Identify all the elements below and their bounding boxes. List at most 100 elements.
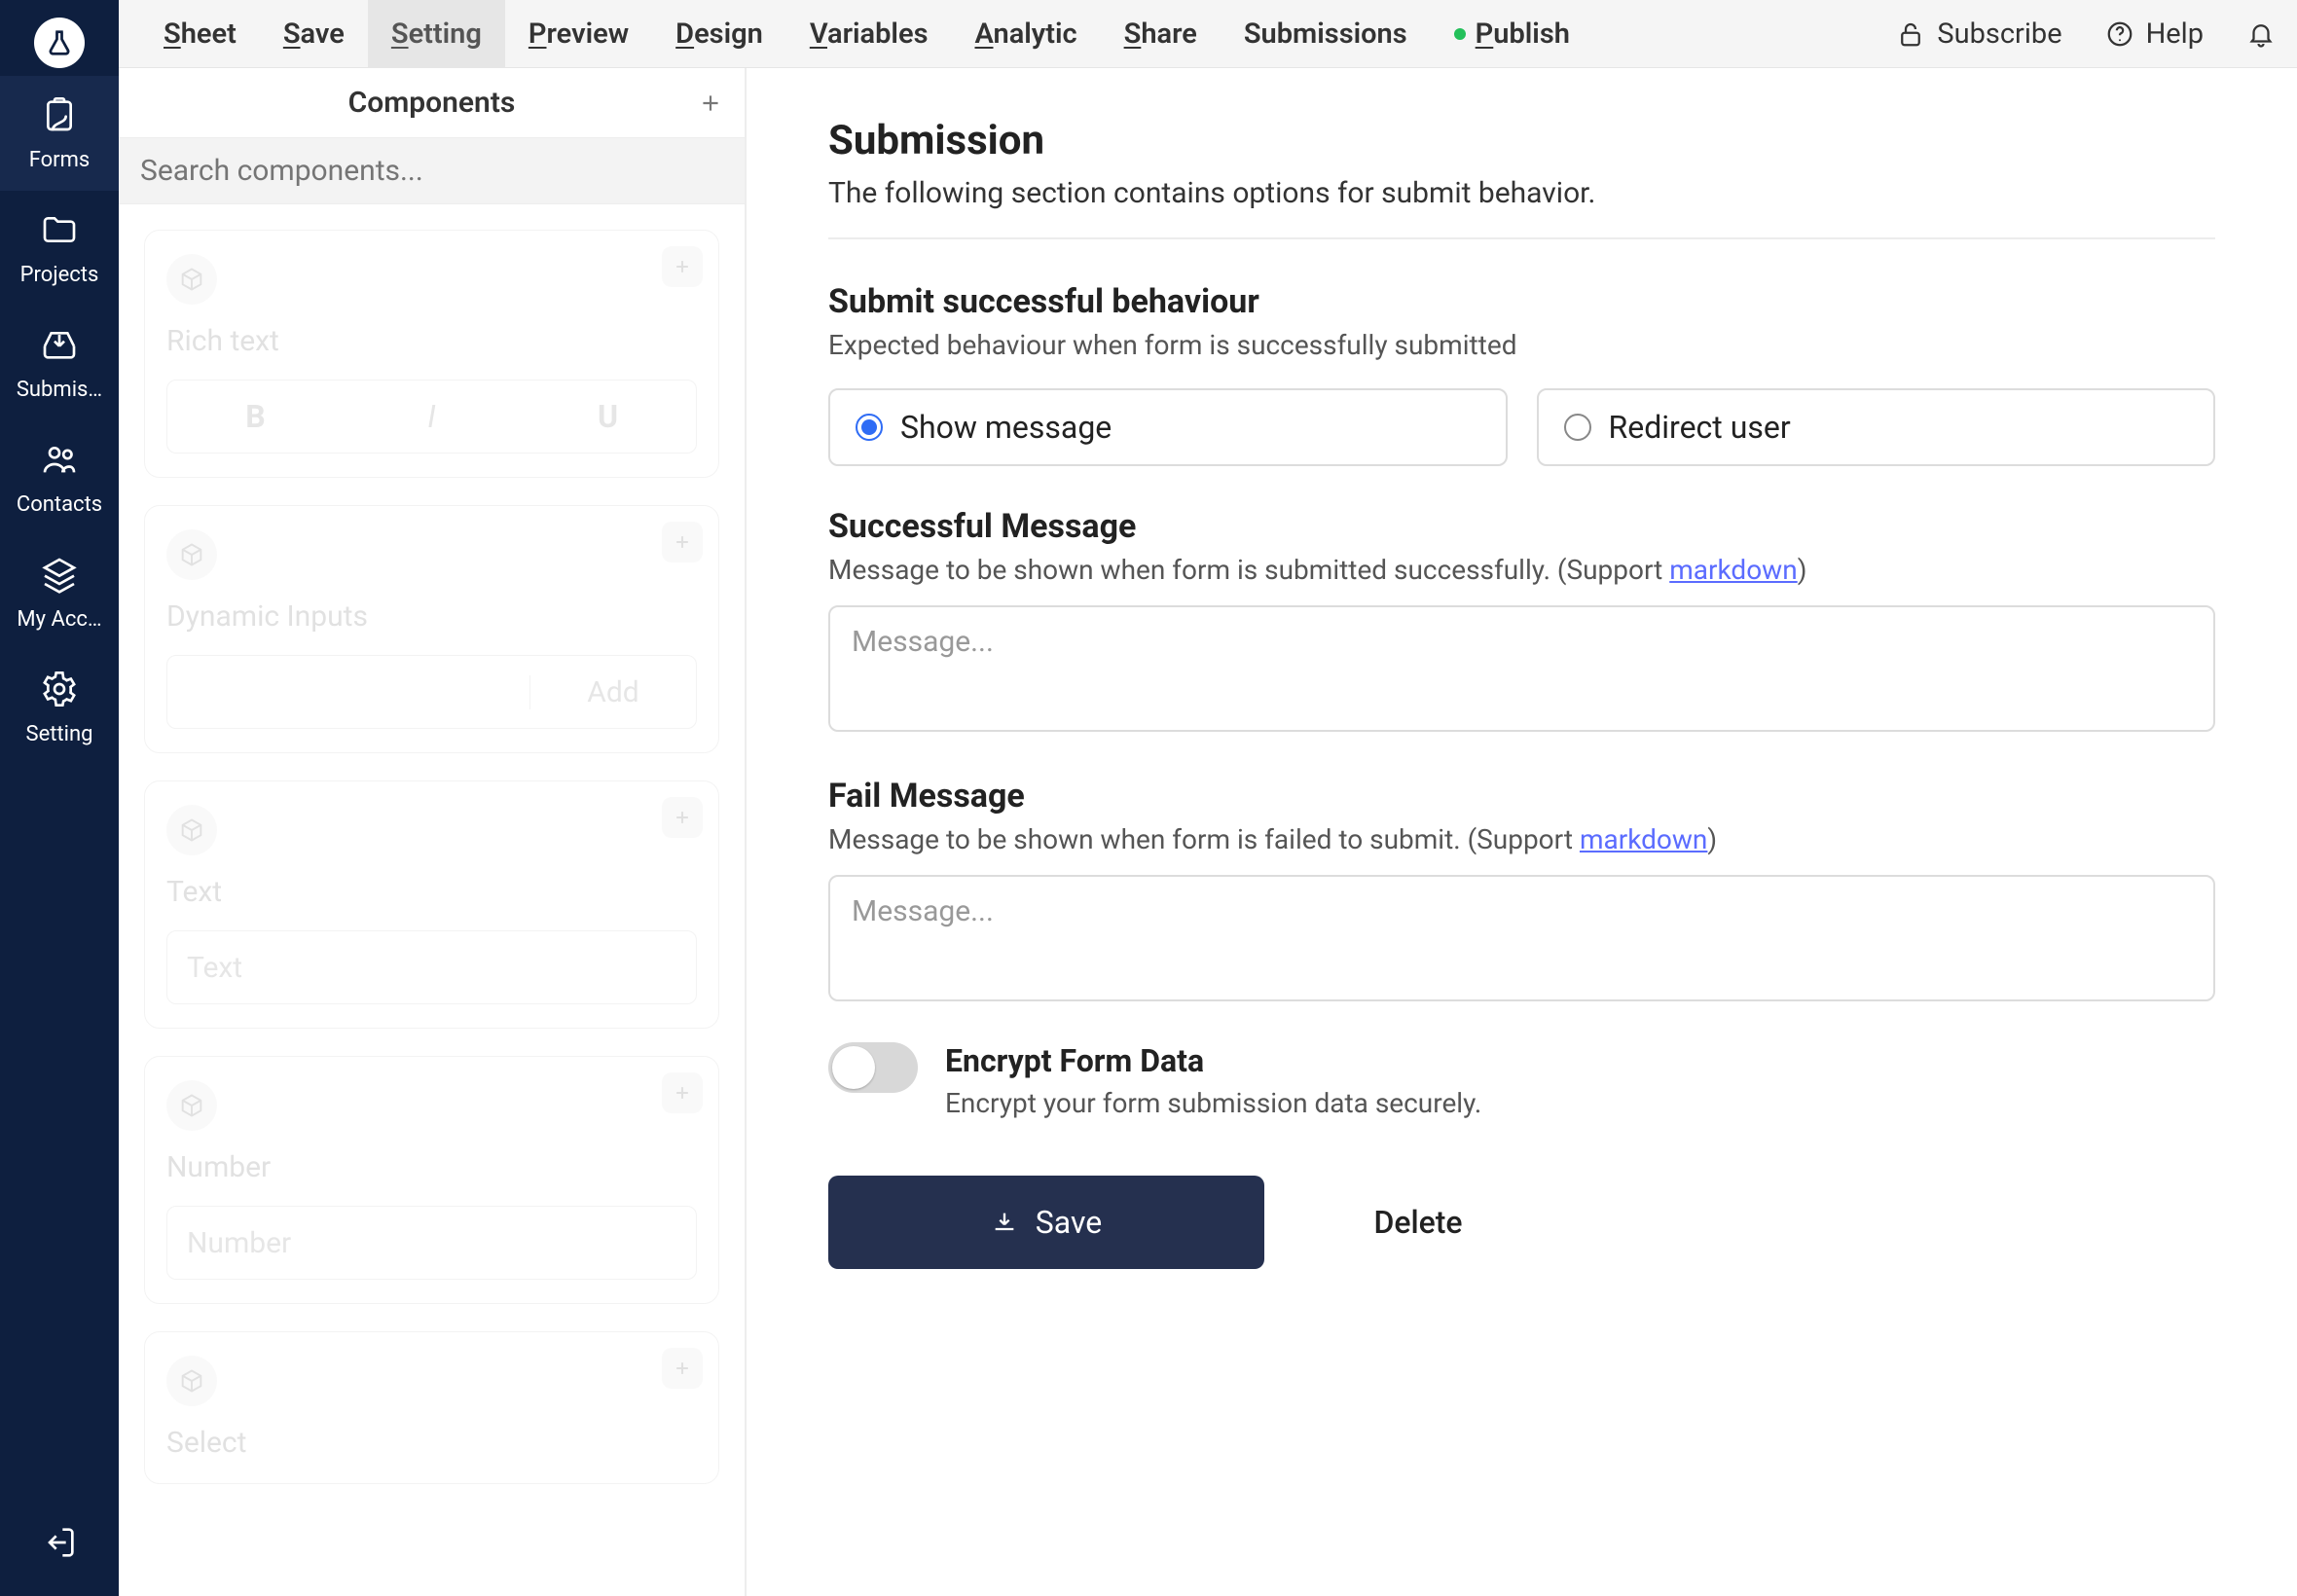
cube-icon xyxy=(166,805,217,855)
top-toolbar: Sheet Save Setting Preview Design Variab… xyxy=(119,0,2297,68)
tab-variables[interactable]: Variables xyxy=(786,0,952,68)
top-tabs: Sheet Save Setting Preview Design Variab… xyxy=(140,0,1593,68)
component-name: Dynamic Inputs xyxy=(166,599,697,634)
component-add-button[interactable] xyxy=(662,1072,703,1113)
components-search xyxy=(119,138,745,204)
logout-icon xyxy=(40,1523,79,1562)
component-card-dynamic-inputs[interactable]: Dynamic Inputs Add xyxy=(144,505,719,753)
cube-icon xyxy=(166,529,217,580)
nav-label: Projects xyxy=(20,263,99,287)
flask-icon xyxy=(45,28,74,57)
radio-show-message[interactable]: Show message xyxy=(828,388,1508,466)
users-icon xyxy=(40,440,79,479)
component-card-number[interactable]: Number Number xyxy=(144,1056,719,1304)
behaviour-title: Submit successful behaviour xyxy=(828,282,2215,321)
component-card-text[interactable]: Text Text xyxy=(144,780,719,1029)
clipboard-icon xyxy=(40,95,79,134)
component-card-rich-text[interactable]: Rich text BIU xyxy=(144,230,719,478)
fail-message-title: Fail Message xyxy=(828,777,2215,816)
tab-analytic[interactable]: Analytic xyxy=(951,0,1100,68)
layers-icon xyxy=(40,555,79,594)
component-card-select[interactable]: Select xyxy=(144,1331,719,1484)
component-preview: BIU xyxy=(166,380,697,453)
nav-submissions[interactable]: Submis… xyxy=(0,306,119,420)
tab-setting[interactable]: Setting xyxy=(368,0,505,68)
encrypt-toggle[interactable] xyxy=(828,1042,918,1093)
subscribe-button[interactable]: Subscribe xyxy=(1896,18,2061,51)
fail-message-desc: Message to be shown when form is failed … xyxy=(828,823,2215,855)
bell-icon xyxy=(2246,19,2276,49)
component-preview: Add xyxy=(166,655,697,729)
markdown-link[interactable]: markdown xyxy=(1669,554,1797,586)
markdown-link[interactable]: markdown xyxy=(1580,823,1707,855)
components-list[interactable]: Rich text BIU Dynamic Inputs Add xyxy=(119,204,745,1596)
tab-preview[interactable]: Preview xyxy=(505,0,652,68)
delete-button[interactable]: Delete xyxy=(1292,1176,1545,1269)
radio-input[interactable] xyxy=(1564,414,1591,441)
download-icon xyxy=(991,1209,1018,1236)
nav-label: My Acc… xyxy=(17,607,101,632)
components-header: Components xyxy=(119,68,745,138)
success-message-desc: Message to be shown when form is submitt… xyxy=(828,554,2215,586)
nav-label: Forms xyxy=(29,148,91,172)
plus-icon xyxy=(673,257,692,276)
tab-submissions[interactable]: Submissions xyxy=(1221,0,1431,68)
unlock-icon xyxy=(1896,19,1925,49)
component-add-button[interactable] xyxy=(662,1348,703,1389)
success-message-input[interactable] xyxy=(828,605,2215,732)
nav-contacts[interactable]: Contacts xyxy=(0,420,119,535)
nav-label: Contacts xyxy=(17,492,102,517)
behaviour-desc: Expected behaviour when form is successf… xyxy=(828,329,2215,361)
tab-publish[interactable]: Publish xyxy=(1431,0,1593,68)
encrypt-desc: Encrypt your form submission data secure… xyxy=(945,1087,1481,1119)
plus-icon xyxy=(698,91,723,116)
page-title: Submission xyxy=(828,117,2215,164)
add-component-button[interactable] xyxy=(698,91,723,116)
app-logo[interactable] xyxy=(34,18,85,68)
component-add-button[interactable] xyxy=(662,522,703,562)
nav-logout[interactable] xyxy=(40,1489,79,1596)
plus-icon xyxy=(673,808,692,827)
settings-content: Submission The following section contain… xyxy=(747,68,2297,1596)
folder-icon xyxy=(40,210,79,249)
status-dot-icon xyxy=(1454,28,1466,40)
component-preview: Text xyxy=(166,930,697,1004)
nav-setting[interactable]: Setting xyxy=(0,650,119,765)
save-button[interactable]: Save xyxy=(828,1176,1264,1269)
tab-save[interactable]: Save xyxy=(260,0,368,68)
cube-icon xyxy=(166,1356,217,1406)
underline-icon: U xyxy=(520,398,696,435)
cube-icon xyxy=(166,254,217,305)
component-add-button[interactable] xyxy=(662,797,703,838)
notifications-button[interactable] xyxy=(2246,19,2276,49)
component-preview: Number xyxy=(166,1206,697,1280)
bold-icon: B xyxy=(167,398,344,435)
cube-icon xyxy=(166,1080,217,1131)
component-add-button[interactable] xyxy=(662,246,703,287)
fail-message-input[interactable] xyxy=(828,875,2215,1001)
plus-icon xyxy=(673,1359,692,1378)
inbox-download-icon xyxy=(40,325,79,364)
plus-icon xyxy=(673,532,692,552)
search-input[interactable] xyxy=(119,138,745,203)
italic-icon: I xyxy=(344,398,520,435)
nav-forms[interactable]: Forms xyxy=(0,76,119,191)
component-name: Text xyxy=(166,875,697,909)
nav-account[interactable]: My Acc… xyxy=(0,535,119,650)
success-message-title: Successful Message xyxy=(828,507,2215,546)
component-name: Rich text xyxy=(166,324,697,358)
nav-projects[interactable]: Projects xyxy=(0,191,119,306)
radio-input[interactable] xyxy=(856,414,883,441)
plus-icon xyxy=(673,1083,692,1103)
tab-share[interactable]: Share xyxy=(1101,0,1221,68)
components-panel: Components Rich text BIU xyxy=(119,68,747,1596)
vertical-nav: Forms Projects Submis… Contacts My Acc… … xyxy=(0,0,119,1596)
tab-design[interactable]: Design xyxy=(652,0,786,68)
help-button[interactable]: Help xyxy=(2105,18,2204,51)
radio-redirect-user[interactable]: Redirect user xyxy=(1537,388,2216,466)
encrypt-title: Encrypt Form Data xyxy=(945,1042,1481,1079)
nav-label: Setting xyxy=(26,722,93,746)
divider xyxy=(828,237,2215,239)
tab-sheet[interactable]: Sheet xyxy=(140,0,260,68)
component-name: Select xyxy=(166,1426,697,1460)
